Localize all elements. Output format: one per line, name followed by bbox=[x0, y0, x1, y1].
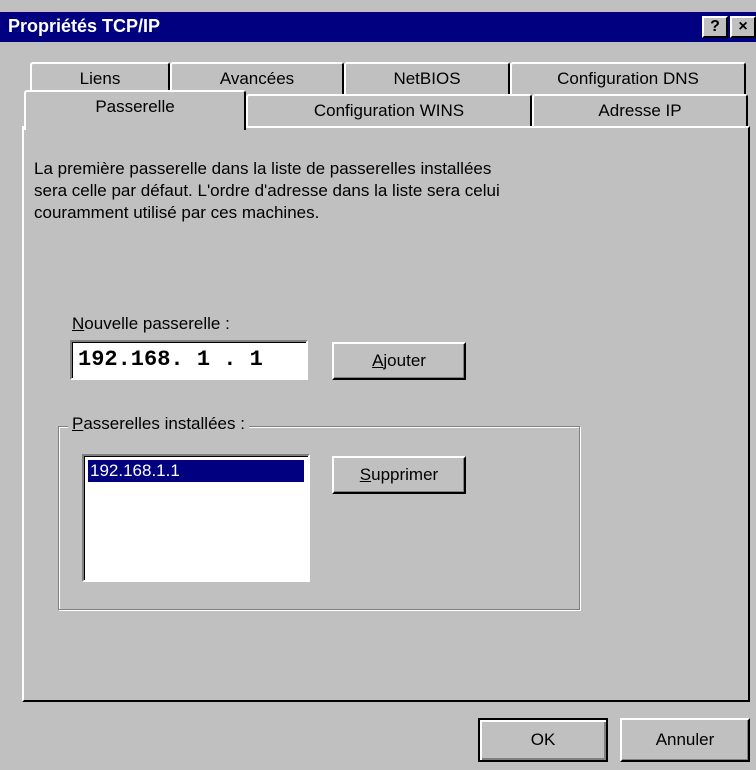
help-icon: ? bbox=[710, 18, 720, 35]
close-button[interactable]: × bbox=[730, 16, 756, 38]
tab-netbios[interactable]: NetBIOS bbox=[344, 62, 510, 96]
title-bar[interactable]: Propriétés TCP/IP ? × bbox=[0, 12, 756, 42]
tab-configuration-dns[interactable]: Configuration DNS bbox=[510, 62, 746, 96]
description-line: La première passerelle dans la liste de … bbox=[34, 159, 492, 178]
new-gateway-label-text: ouvelle passerelle : bbox=[84, 314, 230, 333]
add-button-text: jouter bbox=[383, 351, 426, 370]
remove-button-text: upprimer bbox=[371, 465, 439, 484]
tab-adresse-ip[interactable]: Adresse IP bbox=[532, 94, 748, 126]
tab-label: Avancées bbox=[219, 69, 295, 88]
ok-label: OK bbox=[530, 730, 556, 749]
add-button-accelerator: A bbox=[372, 351, 384, 370]
window-title: Propriétés TCP/IP bbox=[8, 16, 161, 36]
description-line: couramment utilisé par ces machines. bbox=[34, 203, 320, 222]
tab-configuration-wins[interactable]: Configuration WINS bbox=[246, 94, 532, 126]
tab-label: NetBIOS bbox=[393, 69, 461, 88]
cancel-label: Annuler bbox=[655, 730, 715, 749]
tab-label: Configuration WINS bbox=[313, 101, 465, 120]
help-button[interactable]: ? bbox=[702, 16, 728, 38]
tab-passerelle[interactable]: Passerelle bbox=[24, 90, 246, 130]
installed-legend-text: asserelles installées : bbox=[83, 414, 245, 433]
new-gateway-ip-input[interactable]: 192.168. 1 . 1 bbox=[70, 340, 308, 380]
installed-gateways-legend: Passerelles installées : bbox=[68, 414, 249, 434]
tab-label: Liens bbox=[79, 69, 121, 88]
tab-label: Passerelle bbox=[95, 97, 175, 116]
close-icon: × bbox=[738, 18, 748, 35]
description-line: sera celle par défaut. L'ordre d'adresse… bbox=[34, 181, 500, 200]
new-gateway-label: Nouvelle passerelle : bbox=[72, 314, 230, 334]
add-button[interactable]: Ajouter bbox=[332, 342, 466, 380]
cancel-button[interactable]: Annuler bbox=[620, 718, 750, 762]
remove-button[interactable]: Supprimer bbox=[332, 456, 466, 494]
tcpip-properties-dialog: Propriétés TCP/IP ? × Liens Avancées Net… bbox=[0, 0, 756, 770]
ok-button[interactable]: OK bbox=[478, 718, 608, 762]
tab-label: Configuration DNS bbox=[557, 69, 699, 88]
gateway-description: La première passerelle dans la liste de … bbox=[34, 158, 594, 224]
tab-label: Adresse IP bbox=[598, 101, 682, 120]
remove-button-accelerator: S bbox=[359, 465, 372, 484]
installed-gateways-list[interactable]: 192.168.1.1 bbox=[82, 454, 310, 582]
new-gateway-label-accelerator: N bbox=[72, 314, 85, 333]
installed-legend-accelerator: P bbox=[72, 414, 84, 433]
list-item[interactable]: 192.168.1.1 bbox=[88, 460, 304, 482]
